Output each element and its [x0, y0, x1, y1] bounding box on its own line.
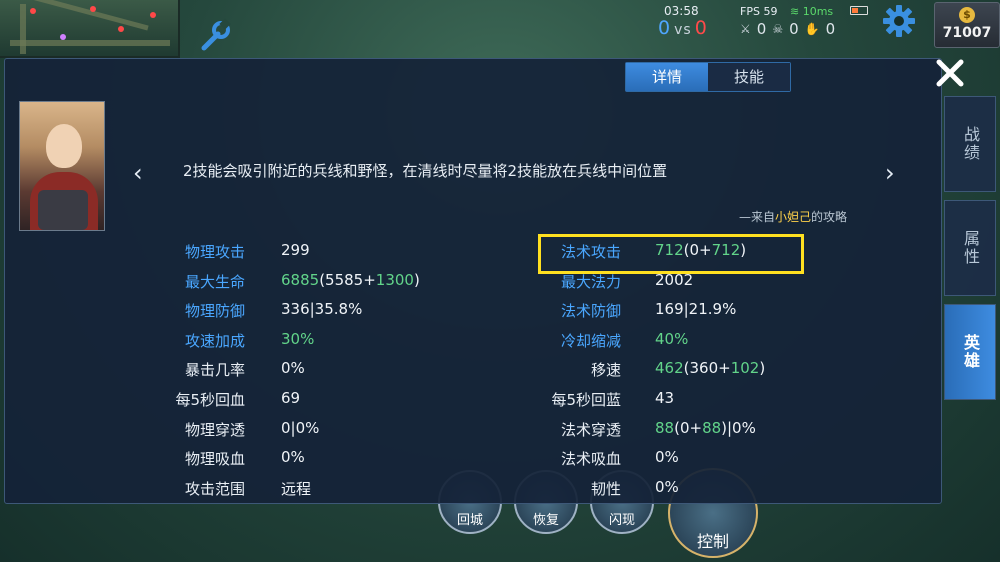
gold-display[interactable]: $ 71007: [934, 2, 1000, 48]
skill-label: 回城: [456, 513, 483, 528]
battery-icon: [850, 6, 868, 15]
deaths-count: 0: [789, 20, 799, 38]
stat-value: 2002: [655, 270, 694, 289]
detail-tabs: 详情 技能: [625, 62, 791, 92]
skill-label: 控制: [696, 532, 729, 551]
red-team-kills: 0: [694, 17, 708, 39]
stat-value-part: )|0%: [721, 418, 756, 437]
stat-value: 40%: [655, 330, 688, 348]
team-score: 0 vs 0: [658, 17, 708, 39]
stat-row: 韧性 0%: [5, 478, 943, 506]
kda-display: ⚔ 0 ☠ 0 ✋ 0: [740, 20, 835, 38]
minimap[interactable]: [0, 0, 180, 58]
stat-row: 冷却缩减 40%: [5, 330, 943, 358]
hero-attributes-panel: 详情 技能 ‹ 2技能会吸引附近的兵线和野怪，在清线时尽量将2技能放在兵线中间位…: [4, 58, 942, 504]
vs-label: vs: [674, 22, 692, 38]
stat-value-part: ): [740, 241, 747, 259]
gear-icon[interactable]: [882, 4, 916, 38]
ping-indicator: ≋ 10ms: [790, 5, 833, 18]
fps-counter: FPS 59: [740, 5, 778, 18]
stat-value-part: 102: [730, 359, 760, 378]
close-icon[interactable]: [935, 58, 965, 88]
stat-value: 0%: [655, 448, 679, 467]
stat-value-part: 88: [655, 418, 675, 437]
stat-value-part: 712: [655, 241, 684, 259]
side-tab-record[interactable]: 战绩: [944, 96, 996, 192]
hero-tip-text: 2技能会吸引附近的兵线和野怪，在清线时尽量将2技能放在兵线中间位置: [183, 162, 668, 180]
stat-value-part: 462: [655, 359, 684, 378]
stat-value-part: ): [759, 359, 766, 378]
stat-value: 169|21.9%: [655, 300, 737, 319]
sword-icon: ⚔: [740, 22, 751, 36]
stat-row: 最大法力 2002: [5, 271, 943, 299]
skull-icon: ☠: [772, 22, 784, 36]
ping-value: 10ms: [802, 5, 834, 18]
stat-value-part: (360+: [683, 359, 731, 378]
stat-label: 法术攻击: [560, 243, 621, 261]
tip-source: —来自小妲己的攻略: [739, 208, 847, 225]
stat-row: 法术穿透 88(0+88)|0%: [5, 419, 943, 447]
kills-count: 0: [756, 20, 767, 38]
tip-source-prefix: —来自: [739, 210, 776, 224]
side-tab-hero[interactable]: 英雄: [944, 304, 996, 400]
stat-value-part: 712: [711, 241, 741, 259]
stat-row: 每5秒回蓝 43: [5, 389, 943, 417]
stat-value: 712(0+712): [655, 241, 746, 259]
stat-value: 88(0+88)|0%: [655, 419, 756, 437]
assist-icon: ✋: [804, 22, 820, 36]
stat-label: 法术防御: [560, 302, 621, 321]
side-tabs: 战绩 属性 英雄: [944, 96, 996, 408]
wrench-icon[interactable]: [196, 18, 232, 54]
blue-team-kills: 0: [658, 17, 672, 39]
stat-row: 移速 462(360+102): [5, 359, 943, 387]
stat-label: 韧性: [590, 479, 621, 498]
tip-next-arrow-icon[interactable]: ›: [885, 159, 895, 187]
tab-skills[interactable]: 技能: [708, 63, 790, 91]
tip-author[interactable]: 小妲己: [775, 210, 811, 224]
stat-label: 冷却缩减: [560, 331, 621, 350]
stat-value-part: (0+: [674, 418, 703, 437]
stat-label: 最大法力: [560, 272, 621, 291]
stat-value: 0%: [655, 477, 679, 496]
tab-details[interactable]: 详情: [626, 63, 708, 91]
stat-value-part: 40%: [655, 329, 689, 348]
stat-value: 462(360+102): [655, 359, 765, 377]
wifi-icon: ≋: [790, 5, 800, 18]
skill-label: 闪现: [608, 513, 635, 528]
stat-value-part: 88: [702, 418, 722, 437]
assists-count: 0: [825, 20, 836, 38]
stat-value-part: (0+: [683, 241, 712, 259]
tip-source-suffix: 的攻略: [811, 210, 848, 224]
stat-label: 移速: [590, 361, 621, 380]
stat-row: 法术吸血 0%: [5, 448, 943, 476]
stat-label: 法术穿透: [560, 420, 621, 439]
gold-coin-icon: $: [959, 7, 975, 23]
hero-portrait: [19, 101, 105, 231]
skill-label: 恢复: [532, 513, 559, 528]
stat-row: 法术防御 169|21.9%: [5, 300, 943, 328]
tip-prev-arrow-icon[interactable]: ‹: [133, 159, 143, 187]
side-tab-attributes[interactable]: 属性: [944, 200, 996, 296]
stat-label: 法术吸血: [560, 450, 621, 469]
stat-label: 每5秒回蓝: [551, 391, 621, 409]
gold-amount: 71007: [942, 25, 992, 41]
game-timer: 03:58: [664, 4, 699, 18]
stat-row: 法术攻击 712(0+712): [5, 241, 943, 269]
stat-value: 43: [655, 389, 675, 407]
